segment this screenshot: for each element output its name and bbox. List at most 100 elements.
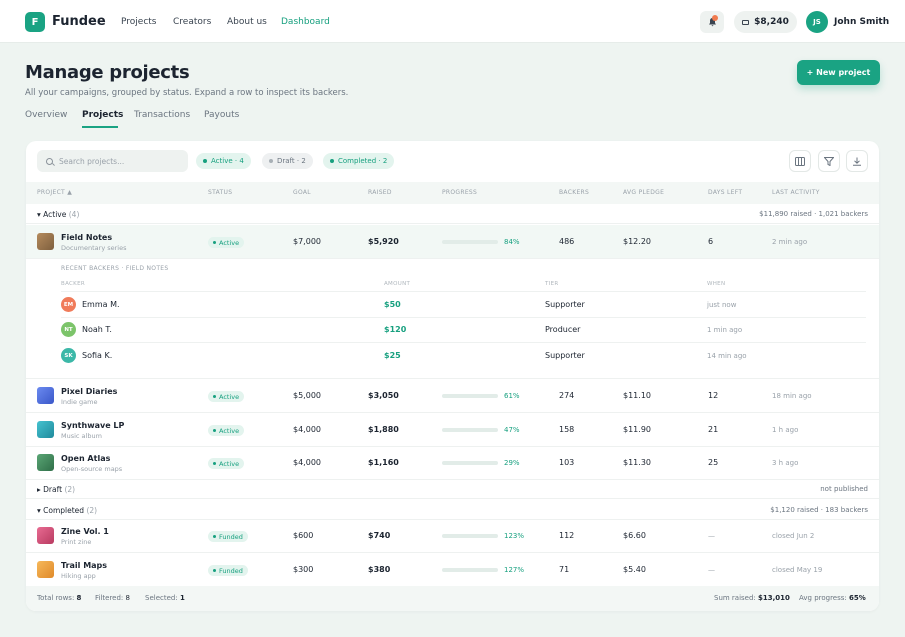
status-badge: Active xyxy=(208,458,245,469)
col-project[interactable]: PROJECT ▲ xyxy=(37,189,72,196)
days-left-cell: 6 xyxy=(708,237,714,246)
project-thumbnail xyxy=(37,387,54,404)
table-row[interactable]: Zine Vol. 1 Print zine Funded $600 $740 … xyxy=(26,519,879,553)
status-badge: Active xyxy=(208,425,245,436)
col-last-activity[interactable]: LAST ACTIVITY xyxy=(772,189,820,196)
col-raised[interactable]: RAISED xyxy=(368,189,392,196)
backer-amount: $120 xyxy=(384,325,407,334)
divider xyxy=(61,317,866,318)
filter-button[interactable] xyxy=(818,150,840,172)
raised-cell: $1,880 xyxy=(368,425,399,434)
brand-name[interactable]: Fundee xyxy=(52,14,106,29)
raised-cell: $5,920 xyxy=(368,237,399,246)
backer-avatar: EM xyxy=(61,297,76,312)
table-row[interactable]: Trail Maps Hiking app Funded $300 $380 1… xyxy=(26,553,879,587)
progress-label: 29% xyxy=(504,459,520,467)
backers-cell: 486 xyxy=(559,237,575,246)
group-draft[interactable]: ▸ Draft (2) not published xyxy=(26,479,879,499)
goal-cell: $5,000 xyxy=(293,391,321,400)
avg-pledge-cell: $12.20 xyxy=(623,237,651,246)
nav-about-us[interactable]: About us xyxy=(227,17,267,27)
last-activity-cell: closed Jun 2 xyxy=(772,532,815,540)
tab-overview[interactable]: Overview xyxy=(25,110,67,120)
balance-pill[interactable]: $8,240 xyxy=(734,11,797,33)
progress-label: 84% xyxy=(504,238,520,246)
project-category: Open-source maps xyxy=(61,465,123,473)
avg-pledge-cell: $11.10 xyxy=(623,391,651,400)
col-avg-pledge[interactable]: AVG PLEDGE xyxy=(623,189,664,196)
footer-sum-raised: Sum raised: $13,010 xyxy=(714,594,790,602)
table-header: PROJECT ▲ STATUS GOAL RAISED PROGRESS BA… xyxy=(26,182,879,204)
raised-cell: $3,050 xyxy=(368,391,399,400)
top-bar: F Fundee Projects Creators About us Dash… xyxy=(0,0,905,43)
last-activity-cell: 1 h ago xyxy=(772,426,799,434)
status-dot xyxy=(330,159,334,163)
table-row[interactable]: Field Notes Documentary series Active $7… xyxy=(26,225,879,259)
footer-total-rows: Total rows: 8 xyxy=(37,594,82,602)
footer-filtered: Filtered: 8 xyxy=(95,594,130,602)
status-dot xyxy=(269,159,273,163)
status-badge: Funded xyxy=(208,531,248,542)
group-active[interactable]: ▾ Active (4) $11,890 raised · 1,021 back… xyxy=(26,204,879,224)
col-goal[interactable]: GOAL xyxy=(293,189,311,196)
project-category: Hiking app xyxy=(61,572,96,580)
project-category: Music album xyxy=(61,432,102,440)
status-dot xyxy=(213,569,216,572)
filter-icon xyxy=(824,156,834,166)
backers-cell: 112 xyxy=(559,531,575,540)
col-progress[interactable]: PROGRESS xyxy=(442,189,477,196)
last-activity-cell: closed May 19 xyxy=(772,566,823,574)
backers-col-backer: BACKER xyxy=(61,281,85,287)
backer-when: just now xyxy=(707,301,737,309)
raised-cell: $380 xyxy=(368,565,391,574)
status-dot xyxy=(213,535,216,538)
nav-projects[interactable]: Projects xyxy=(121,17,156,27)
download-icon xyxy=(853,157,861,166)
filter-chip-active[interactable]: Active · 4 xyxy=(196,153,251,169)
search-box[interactable] xyxy=(37,150,188,172)
days-left-cell: — xyxy=(708,566,715,574)
project-category: Documentary series xyxy=(61,244,127,252)
logo-icon[interactable]: F xyxy=(25,12,45,32)
projects-table-panel: Active · 4 Draft · 2 Completed · 2 PROJE… xyxy=(26,141,879,611)
col-backers[interactable]: BACKERS xyxy=(559,189,589,196)
col-days-left[interactable]: DAYS LEFT xyxy=(708,189,742,196)
columns-icon xyxy=(795,156,805,166)
table-row[interactable]: Pixel Diaries Indie game Active $5,000 $… xyxy=(26,379,879,413)
project-name: Trail Maps xyxy=(61,561,108,570)
tab-payouts[interactable]: Payouts xyxy=(204,110,239,120)
status-badge: Funded xyxy=(208,565,248,576)
filter-chip-completed[interactable]: Completed · 2 xyxy=(323,153,395,169)
progress-label: 123% xyxy=(504,532,525,540)
divider xyxy=(61,342,866,343)
project-name: Field Notes xyxy=(61,233,113,242)
divider xyxy=(61,291,866,292)
col-status[interactable]: STATUS xyxy=(208,189,232,196)
tab-transactions[interactable]: Transactions xyxy=(134,110,190,120)
group-completed[interactable]: ▾ Completed (2) $1,120 raised · 183 back… xyxy=(26,500,879,520)
search-icon xyxy=(46,157,53,165)
table-row[interactable]: Open Atlas Open-source maps Active $4,00… xyxy=(26,446,879,480)
user-avatar[interactable]: JS xyxy=(806,11,828,33)
nav-dashboard[interactable]: Dashboard xyxy=(281,17,330,27)
backer-when: 1 min ago xyxy=(707,326,743,334)
tab-projects[interactable]: Projects xyxy=(82,110,123,120)
new-project-button[interactable]: + New project xyxy=(797,60,880,85)
columns-button[interactable] xyxy=(789,150,811,172)
download-button[interactable] xyxy=(846,150,868,172)
progress-bar xyxy=(442,394,498,398)
notifications-button[interactable] xyxy=(700,11,724,33)
backer-tier: Supporter xyxy=(545,300,585,309)
backers-cell: 274 xyxy=(559,391,575,400)
search-input[interactable] xyxy=(59,156,179,166)
user-name[interactable]: John Smith xyxy=(834,17,889,27)
goal-cell: $4,000 xyxy=(293,425,321,434)
nav-creators[interactable]: Creators xyxy=(173,17,211,27)
status-dot xyxy=(213,395,216,398)
table-row[interactable]: Synthwave LP Music album Active $4,000 $… xyxy=(26,413,879,447)
group-summary: $1,120 raised · 183 backers xyxy=(770,506,868,514)
project-thumbnail xyxy=(37,527,54,544)
filter-chip-draft[interactable]: Draft · 2 xyxy=(262,153,313,169)
progress-bar xyxy=(442,568,498,572)
backer-name: Noah T. xyxy=(82,325,112,334)
